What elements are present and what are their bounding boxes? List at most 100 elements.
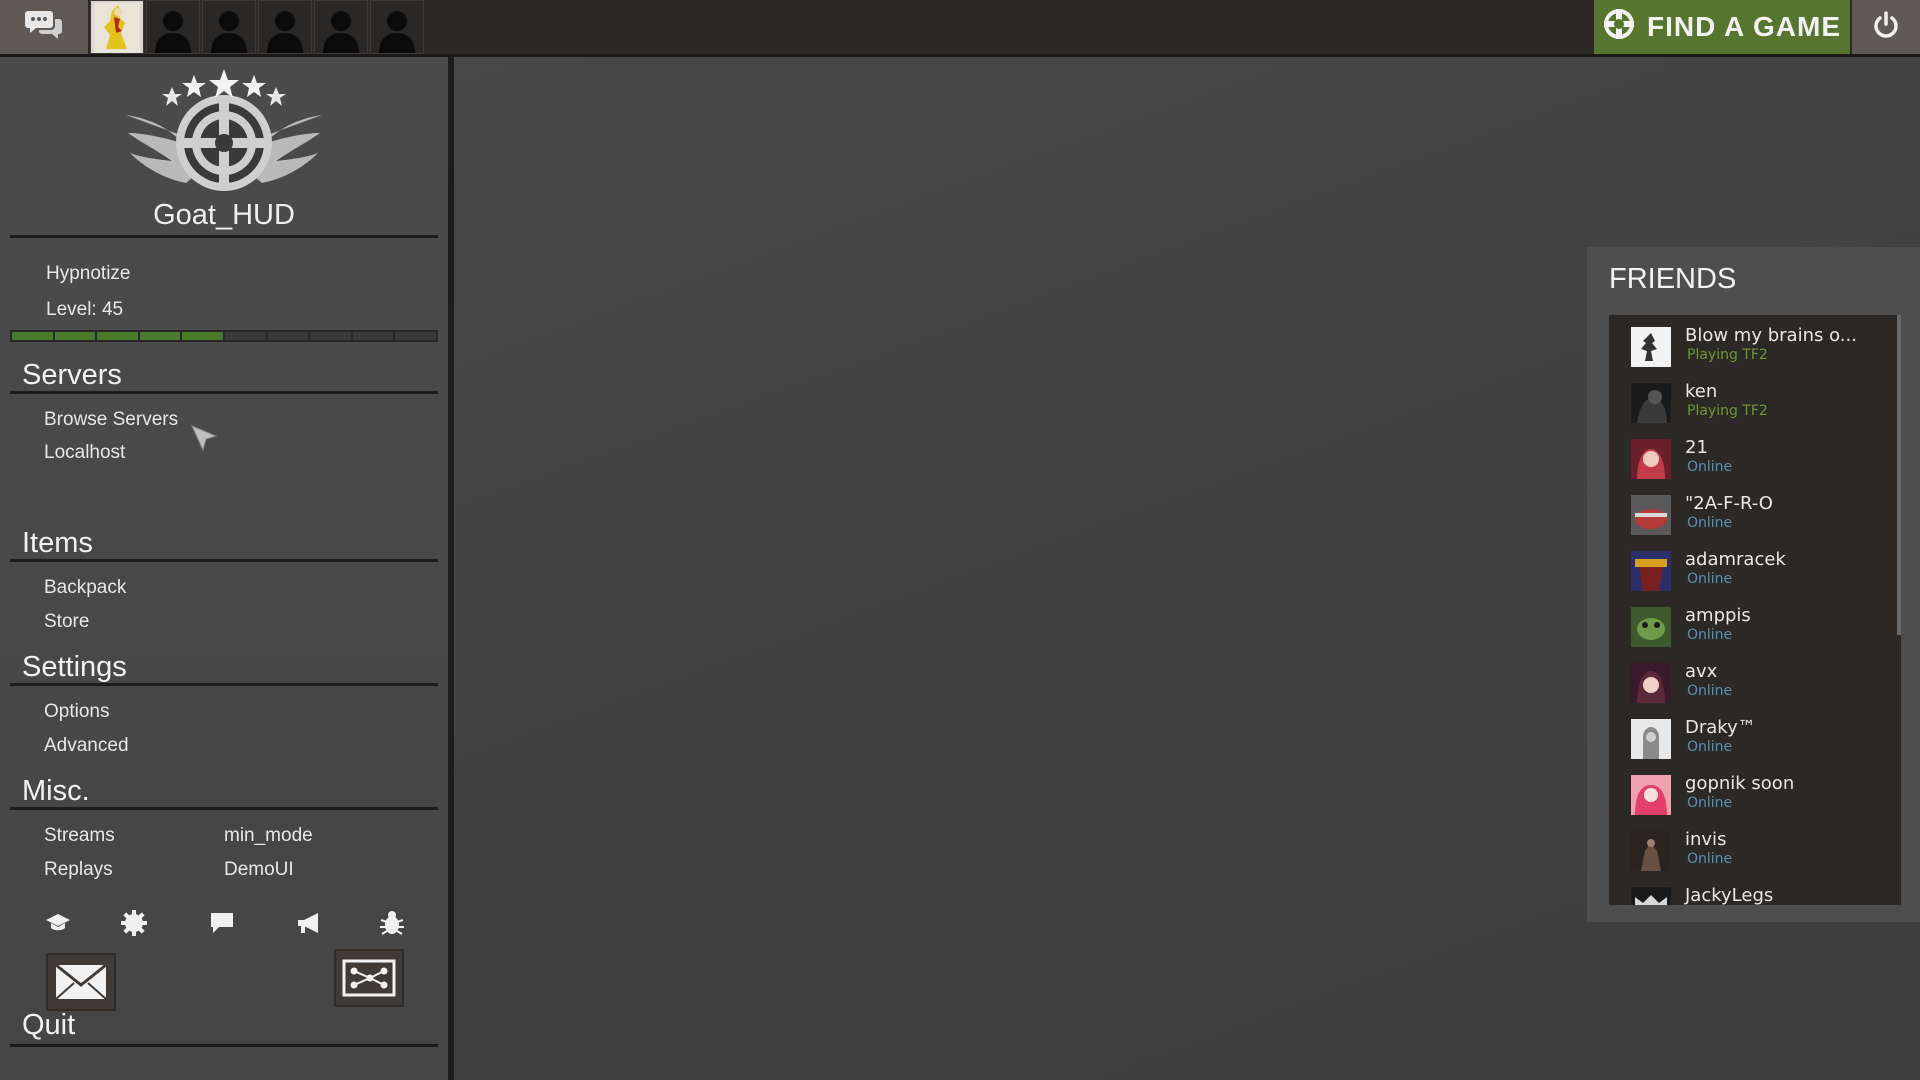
top-bar: FIND A GAME (0, 0, 1920, 57)
friend-row[interactable]: amppis Online (1609, 599, 1897, 655)
party-slot-self[interactable] (90, 0, 144, 54)
player-avatar-icon (94, 3, 140, 53)
friend-avatar (1631, 551, 1671, 591)
xp-segment (182, 332, 223, 340)
quit-power-button[interactable] (1852, 0, 1920, 54)
mouse-cursor-icon (190, 424, 220, 459)
section-title-settings: Settings (22, 651, 127, 683)
silhouette-icon (267, 11, 303, 53)
rank-emblem-icon (120, 61, 328, 206)
friend-status: Playing TF2 (1687, 403, 1768, 419)
find-a-game-button[interactable]: FIND A GAME (1594, 0, 1850, 54)
party-slot-empty[interactable] (146, 0, 200, 54)
friend-name: Draky™ (1685, 717, 1756, 738)
localhost-link[interactable]: Localhost (44, 442, 125, 464)
friend-avatar (1631, 831, 1671, 871)
store-link[interactable]: Store (44, 611, 89, 633)
report-bug-icon[interactable] (378, 909, 406, 937)
friend-status: Online (1687, 515, 1733, 531)
friend-avatar (1631, 607, 1671, 647)
replays-link[interactable]: Replays (44, 859, 113, 881)
min-mode-link[interactable]: min_mode (224, 825, 313, 847)
xp-segment (12, 332, 53, 340)
friends-scrollbar[interactable] (1897, 315, 1901, 635)
news-megaphone-icon[interactable] (296, 909, 324, 937)
friend-name: JackyLegs (1685, 885, 1774, 905)
advanced-link[interactable]: Advanced (44, 735, 129, 757)
friend-avatar (1631, 887, 1671, 905)
quit-link[interactable]: Quit (22, 1009, 75, 1042)
friend-avatar (1631, 495, 1671, 535)
friend-row[interactable]: ken Playing TF2 (1609, 375, 1897, 431)
xp-segment (395, 332, 436, 340)
mail-envelope-button[interactable] (46, 953, 116, 1011)
friend-row[interactable]: JackyLegs (1609, 879, 1897, 905)
xp-segment (352, 332, 394, 340)
friend-name: adamracek (1685, 549, 1786, 570)
section-title-items: Items (22, 527, 93, 559)
browse-servers-link[interactable]: Browse Servers (44, 409, 178, 431)
xp-segment (139, 332, 181, 340)
silhouette-icon (379, 11, 415, 53)
friend-name: avx (1685, 661, 1718, 682)
party-slot-empty[interactable] (370, 0, 424, 54)
friend-row[interactable]: avx Online (1609, 655, 1897, 711)
friend-avatar (1631, 719, 1671, 759)
friend-name: amppis (1685, 605, 1751, 626)
profile-username: Goat_HUD (153, 199, 295, 231)
training-graduation-cap-icon[interactable] (44, 909, 72, 937)
profile-level: Level: 45 (46, 299, 124, 320)
section-title-servers: Servers (22, 359, 122, 391)
server-tools-button[interactable] (334, 949, 404, 1007)
party-slot-empty[interactable] (202, 0, 256, 54)
party-slot-empty[interactable] (314, 0, 368, 54)
friend-name: "2A-F-R-O (1685, 493, 1773, 514)
friend-status: Online (1687, 571, 1733, 587)
party-slot-empty[interactable] (258, 0, 312, 54)
friend-status: Online (1687, 739, 1733, 755)
friend-row[interactable]: gopnik soon Online (1609, 767, 1897, 823)
streams-link[interactable]: Streams (44, 825, 115, 847)
xp-segment (224, 332, 266, 340)
find-a-game-label: FIND A GAME (1646, 11, 1842, 42)
friend-name: invis (1685, 829, 1727, 850)
chat-button[interactable] (0, 0, 88, 54)
power-icon (1871, 10, 1901, 45)
friend-row[interactable]: 21 Online (1609, 431, 1897, 487)
friend-name: ken (1685, 381, 1718, 402)
silhouette-icon (323, 11, 359, 53)
achievements-gear-icon[interactable] (120, 909, 148, 937)
friends-title: FRIENDS (1609, 263, 1737, 295)
profile-title[interactable]: Hypnotize (46, 263, 131, 285)
party-slots (90, 0, 424, 54)
friend-status: Online (1687, 795, 1733, 811)
friend-avatar (1631, 327, 1671, 367)
silhouette-icon (155, 11, 191, 53)
friend-avatar (1631, 439, 1671, 479)
xp-segment (267, 332, 309, 340)
friend-row[interactable]: Blow my brains o... Playing TF2 (1609, 319, 1897, 375)
divider (10, 559, 438, 562)
friend-avatar (1631, 383, 1671, 423)
friend-status: Online (1687, 683, 1733, 699)
comments-speech-bubble-icon[interactable] (208, 909, 236, 937)
tf2-logo-icon (1603, 8, 1635, 47)
backpack-link[interactable]: Backpack (44, 577, 126, 599)
envelope-icon (55, 963, 107, 1000)
network-diagram-icon (342, 959, 396, 997)
silhouette-icon (211, 11, 247, 53)
friend-avatar (1631, 775, 1671, 815)
options-link[interactable]: Options (44, 701, 109, 723)
xp-segment (310, 332, 351, 340)
friend-row[interactable]: "2A-F-R-O Online (1609, 487, 1897, 543)
xp-progress-bar (10, 330, 438, 342)
friend-row[interactable]: adamracek Online (1609, 543, 1897, 599)
demoui-link[interactable]: DemoUI (224, 859, 294, 881)
friends-list: Blow my brains o... Playing TF2 ken Play… (1609, 315, 1901, 905)
friend-row[interactable]: Draky™ Online (1609, 711, 1897, 767)
friends-panel: FRIENDS Blow my brains o... Playing TF2 … (1587, 247, 1920, 922)
friend-row[interactable]: invis Online (1609, 823, 1897, 879)
xp-segment (97, 332, 138, 340)
chat-bubbles-icon (24, 7, 64, 48)
friend-status: Online (1687, 627, 1733, 643)
